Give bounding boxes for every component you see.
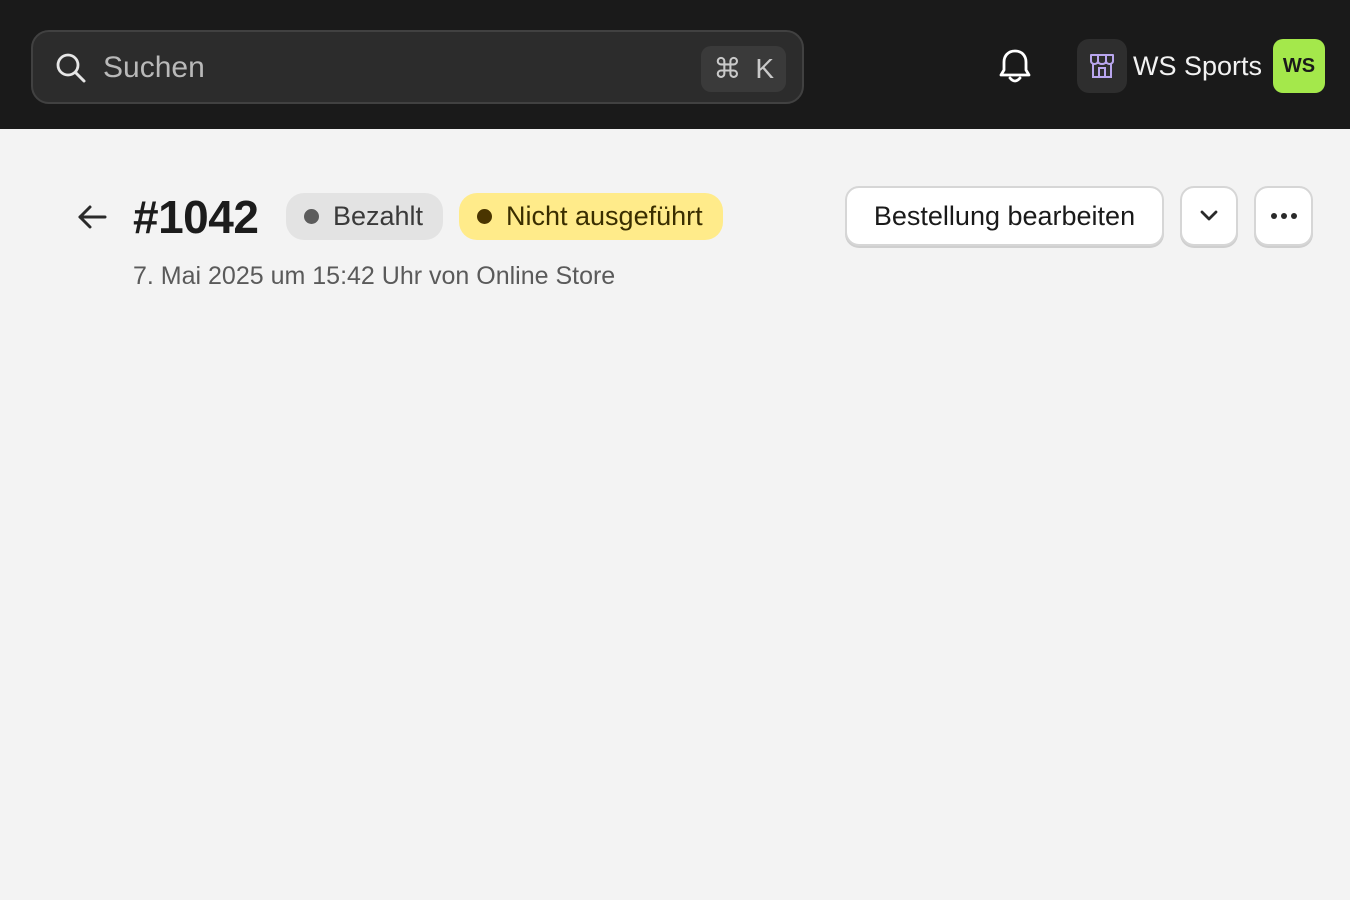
store-switcher[interactable]: WS Sports WS <box>1077 39 1326 93</box>
status-badge-fulfillment: Nicht ausgeführt <box>459 193 723 240</box>
edit-order-button-label: Bestellung bearbeiten <box>873 200 1136 231</box>
top-bar: ⌘ K WS Sports WS <box>0 0 1350 129</box>
back-arrow-icon[interactable] <box>74 199 110 235</box>
more-actions-dropdown-button[interactable] <box>1180 186 1238 246</box>
bell-icon[interactable] <box>996 46 1034 86</box>
search-icon <box>56 53 86 83</box>
chevron-down-icon <box>1200 210 1218 221</box>
store-icon <box>1077 39 1127 93</box>
order-subtitle: 7. Mai 2025 um 15:42 Uhr von Online Stor… <box>133 262 616 290</box>
page-title: #1042 <box>133 191 259 243</box>
command-key-symbol: ⌘ <box>713 53 742 84</box>
edit-order-button[interactable]: Bestellung bearbeiten <box>845 186 1164 246</box>
status-badge-payment: Bezahlt <box>286 193 444 240</box>
avatar[interactable]: WS <box>1273 39 1326 93</box>
status-dot <box>304 209 319 224</box>
more-horizontal-icon <box>1270 213 1297 219</box>
store-name: WS Sports <box>1133 50 1263 81</box>
search-input[interactable] <box>103 46 663 90</box>
order-header: #1042 Bezahlt Nicht ausgeführt Bestellun… <box>0 180 1350 260</box>
status-badge-label: Nicht ausgeführt <box>506 201 703 231</box>
shortcut-key: K <box>755 53 774 84</box>
status-badge-label: Bezahlt <box>333 201 424 231</box>
keyboard-shortcut-hint: ⌘ K <box>701 46 786 92</box>
status-dot <box>477 209 492 224</box>
more-options-button[interactable] <box>1254 186 1313 246</box>
search-bar[interactable]: ⌘ K <box>31 30 804 104</box>
